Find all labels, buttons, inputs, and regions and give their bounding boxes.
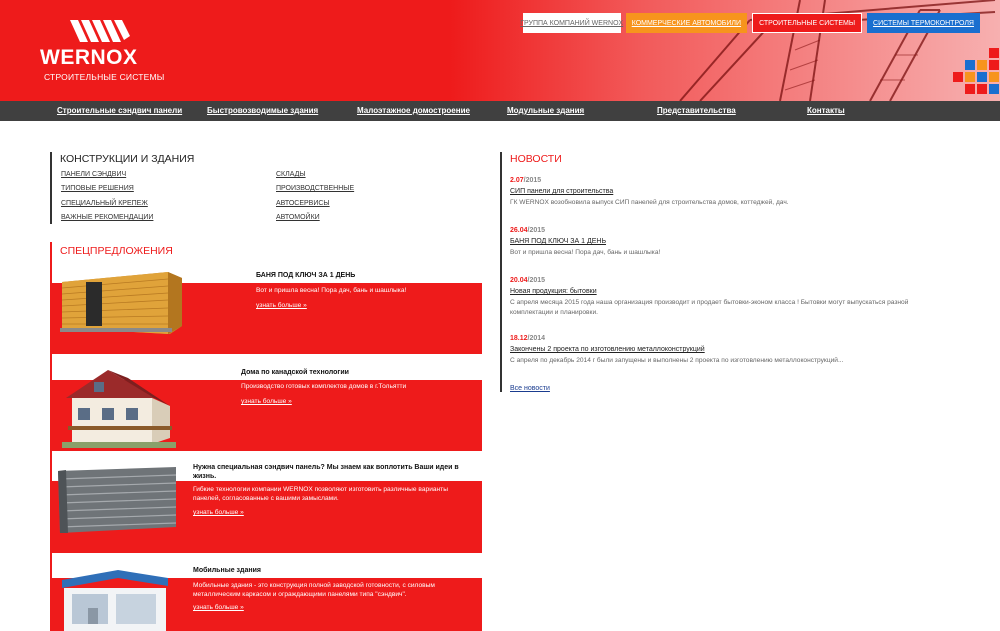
news-date: 26.04/2015 xyxy=(510,227,546,234)
link-typical-solutions[interactable]: ТИПОВЫЕ РЕШЕНИЯ xyxy=(61,185,134,192)
nav-item-contacts[interactable]: Контакты xyxy=(807,106,845,115)
nav-item-low-rise[interactable]: Малоэтажное домостроение xyxy=(357,106,470,115)
link-special-fasteners[interactable]: СПЕЦИАЛЬНЫЙ КРЕПЕЖ xyxy=(61,200,148,207)
site-header: WERNOX СТРОИТЕЛЬНЫЕ СИСТЕМЫ ГРУППА КОМПА… xyxy=(0,0,1000,101)
offer-title: Нужна специальная сэндвич панель? Мы зна… xyxy=(193,464,459,480)
offer-text: Вот и пришла весна! Пора дач, бань и шаш… xyxy=(256,287,407,294)
offer-text: Гибкие технологии компании WERNOX позвол… xyxy=(193,486,448,502)
brand-subtitle: СТРОИТЕЛЬНЫЕ СИСТЕМЫ xyxy=(44,72,165,82)
news-border xyxy=(500,152,502,392)
news-date: 2.07/2015 xyxy=(510,177,542,184)
link-car-services[interactable]: АВТОСЕРВИСЫ xyxy=(276,200,330,207)
nav-item-modular[interactable]: Модульные здания xyxy=(507,106,584,115)
constructions-border xyxy=(50,152,52,224)
building-systems-link[interactable]: СТРОИТЕЛЬНЫЕ СИСТЕМЫ xyxy=(752,13,863,33)
main-nav: Строительные сэндвич панели Быстровозвод… xyxy=(0,101,1000,121)
offer-title: Мобильные здания xyxy=(193,567,261,574)
house-icon[interactable] xyxy=(58,368,178,452)
news-title-link[interactable]: БАНЯ ПОД КЛЮЧ ЗА 1 ДЕНЬ xyxy=(510,238,606,245)
news-title-link[interactable]: Новая продукция: бытовки xyxy=(510,288,597,295)
news-title-link[interactable]: Закончены 2 проекта по изготовлению мета… xyxy=(510,346,705,353)
link-warehouses[interactable]: СКЛАДЫ xyxy=(276,171,306,178)
group-companies-link[interactable]: ГРУППА КОМПАНИЙ WERNOX xyxy=(520,13,623,33)
news-title-link[interactable]: СИП панели для строительства xyxy=(510,188,613,195)
sandwich-panels-icon[interactable] xyxy=(56,465,178,535)
link-industrial[interactable]: ПРОИЗВОДСТВЕННЫЕ xyxy=(276,185,354,192)
link-sandwich-panels[interactable]: ПАНЕЛИ СЭНДВИЧ xyxy=(61,171,126,178)
nav-item-sandwich-panels[interactable]: Строительные сэндвич панели xyxy=(57,106,182,115)
all-news-link[interactable]: Все новости xyxy=(510,385,550,392)
offer-text: Мобильные здания - это конструкция полно… xyxy=(193,582,435,598)
special-offers-heading: СПЕЦПРЕДЛОЖЕНИЯ xyxy=(60,245,173,257)
news-date: 18.12/2014 xyxy=(510,335,546,342)
nav-item-offices[interactable]: Представительства xyxy=(657,106,736,115)
mobile-building-icon[interactable] xyxy=(58,568,170,631)
nav-item-prefab-buildings[interactable]: Быстровозводимые здания xyxy=(207,106,318,115)
link-car-washes[interactable]: АВТОМОЙКИ xyxy=(276,214,320,221)
news-text: ГК WERNOX возобновила выпуск СИП панелей… xyxy=(510,199,789,206)
news-text: Вот и пришла весна! Пора дач, бань и шаш… xyxy=(510,249,661,256)
sauna-cabin-icon[interactable] xyxy=(58,268,184,336)
offer-more-link[interactable]: узнать больше » xyxy=(241,398,292,405)
brand-name[interactable]: WERNOX xyxy=(40,46,138,70)
offer-text: Производство готовых комплектов домов в … xyxy=(241,383,407,390)
news-heading: НОВОСТИ xyxy=(510,153,562,165)
constructions-heading: КОНСТРУКЦИИ И ЗДАНИЯ xyxy=(60,153,195,165)
news-text: С апреля по декабрь 2014 г были запущены… xyxy=(510,357,844,364)
group-links: ГРУППА КОМПАНИЙ WERNOX КОММЕРЧЕСКИЕ АВТО… xyxy=(520,13,980,33)
news-text: С апреля месяца 2015 года наша организац… xyxy=(510,299,909,316)
offer-more-link[interactable]: узнать больше » xyxy=(193,604,244,611)
offer-more-link[interactable]: узнать больше » xyxy=(193,509,244,516)
news-date: 20.04/2015 xyxy=(510,277,546,284)
thermocontrol-systems-link[interactable]: СИСТЕМЫ ТЕРМОКОНТРОЛЯ xyxy=(867,13,980,33)
commercial-vehicles-link[interactable]: КОММЕРЧЕСКИЕ АВТОМОБИЛИ xyxy=(625,13,748,33)
link-recommendations[interactable]: ВАЖНЫЕ РЕКОМЕНДАЦИИ xyxy=(61,214,153,221)
offer-more-link[interactable]: узнать больше » xyxy=(256,302,307,309)
offer-title: Дома по канадской технологии xyxy=(241,369,349,376)
offer-title: БАНЯ ПОД КЛЮЧ ЗА 1 ДЕНЬ xyxy=(256,272,356,279)
